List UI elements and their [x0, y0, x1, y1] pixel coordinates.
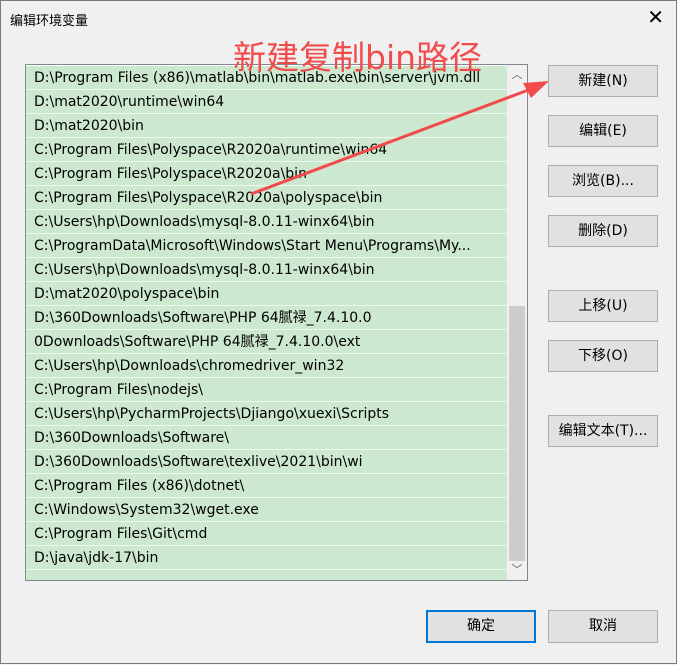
annotation-arrow	[250, 81, 549, 196]
annotation-text: 新建复制bin路径	[233, 38, 483, 77]
